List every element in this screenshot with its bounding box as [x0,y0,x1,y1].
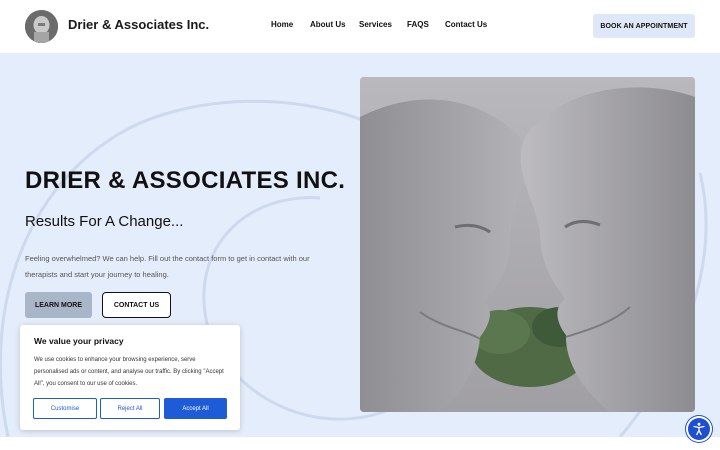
hero-title: DRIER & ASSOCIATES INC. [25,167,346,194]
nav-services[interactable]: Services [359,20,392,29]
cookie-title: We value your privacy [34,336,124,346]
page-bottom [0,437,720,450]
nav-faqs[interactable]: FAQS [407,20,429,29]
hero-image [360,77,695,412]
contact-us-button[interactable]: CONTACT US [102,292,171,318]
nav-home[interactable]: Home [271,20,293,29]
site-header: Drier & Associates Inc. Home About Us Se… [0,0,720,53]
learn-more-button[interactable]: LEARN MORE [25,292,92,318]
book-appointment-button[interactable]: BOOK AN APPOINTMENT [593,14,695,38]
customise-button[interactable]: Customise [33,398,97,419]
nav-contact-us[interactable]: Contact Us [445,20,487,29]
hero-subtitle: Results For A Change... [25,213,184,230]
hero-description: Feeling overwhelmed? We can help. Fill o… [25,254,310,279]
logo-icon[interactable] [25,10,58,43]
cookie-consent-banner: We value your privacy We use cookies to … [20,325,240,430]
accept-all-button[interactable]: Accept All [164,398,227,419]
accessibility-icon[interactable] [688,418,710,440]
stone-sculpture-icon [360,77,695,412]
nav-about-us[interactable]: About Us [310,20,346,29]
reject-all-button[interactable]: Reject All [100,398,160,419]
cookie-text: We use cookies to enhance your browsing … [34,357,224,387]
brand-name[interactable]: Drier & Associates Inc. [68,17,209,32]
